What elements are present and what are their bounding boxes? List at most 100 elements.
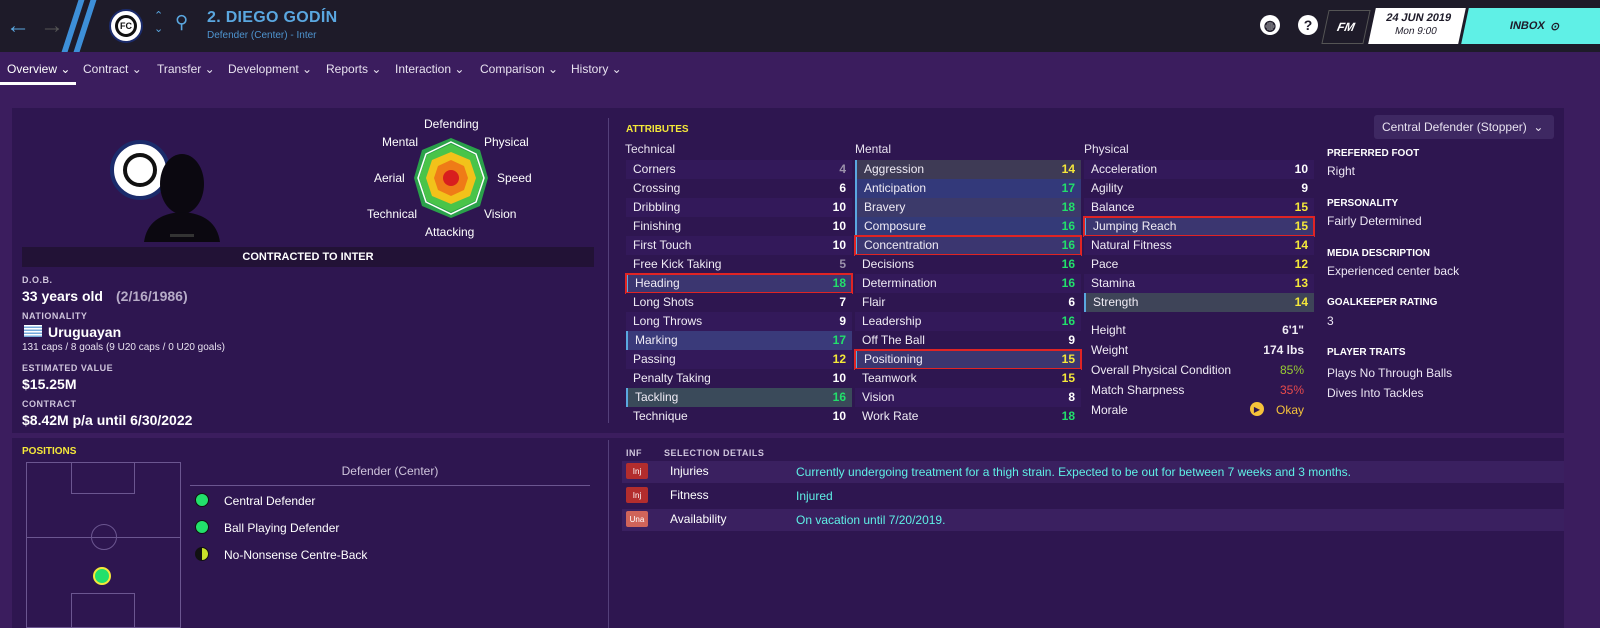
attribute-name: Composure	[864, 219, 927, 233]
back-arrow-icon[interactable]: ←	[6, 12, 30, 40]
position-role[interactable]: Central Defender	[195, 493, 315, 508]
attribute-row[interactable]: Bravery 18	[855, 198, 1081, 217]
globe-icon[interactable]: ◍	[1260, 15, 1280, 35]
tab-development[interactable]: Development ⌄	[228, 62, 312, 76]
tab-history[interactable]: History ⌄	[571, 62, 622, 76]
selection-detail-row[interactable]: Inj Fitness Injured	[622, 485, 1564, 507]
search-icon[interactable]: ⚲	[175, 12, 188, 33]
attribute-row[interactable]: Jumping Reach 15	[1083, 216, 1315, 237]
attribute-row[interactable]: Positioning 15	[854, 349, 1082, 370]
attribute-name: Tackling	[635, 390, 679, 404]
attribute-row[interactable]: Finishing 10	[626, 217, 852, 236]
role-selector-value: Central Defender (Stopper)	[1382, 120, 1527, 134]
detail-name: Match Sharpness	[1091, 383, 1185, 397]
attribute-row[interactable]: Work Rate 18	[855, 407, 1081, 426]
detail-row: Overall Physical Condition 85%	[1084, 361, 1310, 380]
detail-value: 85%	[1279, 363, 1304, 377]
attribute-name: Teamwork	[862, 371, 917, 385]
role-rating-icon	[195, 547, 209, 561]
role-selector-dropdown[interactable]: Central Defender (Stopper) ⌄	[1374, 115, 1554, 139]
attribute-row[interactable]: Agility 9	[1084, 179, 1314, 198]
attribute-name: Positioning	[864, 352, 923, 366]
fm-menu-button[interactable]: FM	[1321, 10, 1371, 44]
attribute-row[interactable]: Marking 17	[626, 331, 852, 350]
attribute-row[interactable]: Flair 6	[855, 293, 1081, 312]
nationality-value[interactable]: Uruguayan	[48, 324, 121, 340]
attribute-value: 8	[1068, 390, 1075, 404]
attribute-value: 10	[832, 371, 846, 385]
attribute-row[interactable]: Aggression 14	[855, 160, 1081, 179]
tab-interaction[interactable]: Interaction ⌄	[395, 62, 464, 76]
attribute-row[interactable]: Off The Ball 9	[855, 331, 1081, 350]
top-bar: ← → FC ⌃ ⌄ ⚲ 2. DIEGO GODÍN Defender (Cen…	[0, 0, 1600, 52]
club-badge-icon[interactable]: FC	[109, 9, 143, 43]
attribute-row[interactable]: Teamwork 15	[855, 369, 1081, 388]
tab-contract[interactable]: Contract ⌄	[83, 62, 142, 76]
player-trait[interactable]: Plays No Through Balls	[1327, 366, 1452, 380]
attribute-row[interactable]: Acceleration 10	[1084, 160, 1314, 179]
attribute-row[interactable]: Stamina 13	[1084, 274, 1314, 293]
attribute-name: Balance	[1091, 200, 1135, 214]
attribute-row[interactable]: Long Shots 7	[626, 293, 852, 312]
tab-overview[interactable]: Overview ⌄	[7, 62, 70, 76]
dob-value: (2/16/1986)	[116, 288, 188, 304]
attribute-value: 12	[832, 352, 846, 366]
attribute-value: 5	[839, 257, 846, 271]
attribute-row[interactable]: Dribbling 10	[626, 198, 852, 217]
nationality-label: NATIONALITY	[22, 311, 88, 321]
attribute-value: 10	[832, 200, 846, 214]
inbox-button[interactable]: INBOX ⊙	[1461, 8, 1600, 44]
attribute-row[interactable]: Strength 14	[1084, 293, 1314, 312]
attribute-name: Strength	[1093, 295, 1139, 309]
detail-name: Overall Physical Condition	[1091, 363, 1232, 377]
position-role[interactable]: Ball Playing Defender	[195, 520, 339, 535]
attribute-row[interactable]: Natural Fitness 14	[1084, 236, 1314, 255]
attribute-row[interactable]: Crossing 6	[626, 179, 852, 198]
player-trait[interactable]: Dives Into Tackles	[1327, 386, 1424, 400]
attribute-value: 14	[1061, 162, 1075, 176]
tab-comparison[interactable]: Comparison ⌄	[480, 62, 558, 76]
tab-bar: Overview ⌄ Contract ⌄ Transfer ⌄ Develop…	[0, 55, 1600, 85]
position-marker-icon[interactable]	[93, 567, 111, 585]
attribute-row[interactable]: Passing 12	[626, 350, 852, 369]
attribute-row[interactable]: Heading 18	[625, 273, 853, 294]
attribute-row[interactable]: First Touch 10	[626, 236, 852, 255]
attribute-row[interactable]: Balance 15	[1084, 198, 1314, 217]
forward-arrow-icon[interactable]: →	[40, 12, 64, 40]
radar-label-attacking: Attacking	[425, 225, 475, 239]
selection-details-heading: SELECTION DETAILS	[664, 448, 765, 458]
physical-title: Physical	[1084, 142, 1129, 156]
selection-detail-row[interactable]: Inj Injuries Currently undergoing treatmen…	[622, 461, 1564, 483]
attribute-row[interactable]: Long Throws 9	[626, 312, 852, 331]
attribute-row[interactable]: Corners 4	[626, 160, 852, 179]
divider	[608, 118, 609, 423]
attribute-name: Off The Ball	[862, 333, 925, 347]
attribute-value: 15	[1061, 352, 1075, 366]
radar-label-vision: Vision	[484, 207, 517, 221]
attribute-name: Dribbling	[633, 200, 681, 214]
attribute-row[interactable]: Determination 16	[855, 274, 1081, 293]
attribute-row[interactable]: Leadership 16	[855, 312, 1081, 331]
position-role[interactable]: No-Nonsense Centre-Back	[195, 547, 367, 562]
attribute-row[interactable]: Anticipation 17	[855, 179, 1081, 198]
attribute-row[interactable]: Technique 10	[626, 407, 852, 426]
attribute-value: 18	[832, 276, 846, 290]
attribute-row[interactable]: Concentration 16	[854, 235, 1082, 256]
attribute-name: Bravery	[864, 200, 906, 214]
attribute-row[interactable]: Pace 12	[1084, 255, 1314, 274]
tab-reports[interactable]: Reports ⌄	[326, 62, 381, 76]
attribute-row[interactable]: Tackling 16	[626, 388, 852, 407]
attribute-row[interactable]: Composure 16	[855, 217, 1081, 236]
radar-label-technical: Technical	[367, 207, 418, 221]
detail-row: Height 6'1"	[1084, 321, 1310, 340]
player-switch-arrows-icon[interactable]: ⌃ ⌄	[154, 10, 163, 36]
date-display[interactable]: 24 JUN 2019 Mon 9:00	[1368, 8, 1466, 44]
selection-detail-row[interactable]: Una Availability On vacation until 7/20/20…	[622, 509, 1564, 531]
attribute-row[interactable]: Decisions 16	[855, 255, 1081, 274]
attribute-row[interactable]: Vision 8	[855, 388, 1081, 407]
help-icon[interactable]: ?	[1298, 15, 1318, 35]
attribute-row[interactable]: Free Kick Taking 5	[626, 255, 852, 274]
tab-transfer[interactable]: Transfer ⌄	[157, 62, 215, 76]
attribute-row[interactable]: Penalty Taking 10	[626, 369, 852, 388]
preferred-foot-label: PREFERRED FOOT	[1327, 148, 1420, 159]
